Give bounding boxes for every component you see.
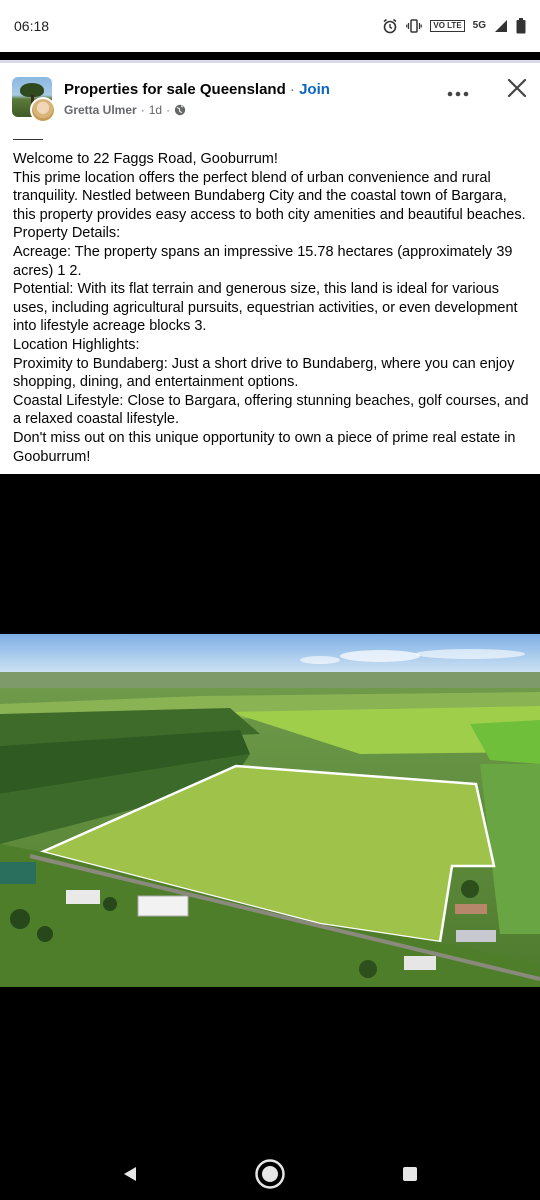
group-name-link[interactable]: Properties for sale Queensland xyxy=(64,81,286,98)
group-title: Properties for sale Queensland · Join xyxy=(64,81,330,98)
post-card: Properties for sale Queensland · Join Gr… xyxy=(0,63,540,474)
post-header: Properties for sale Queensland · Join Gr… xyxy=(12,77,528,127)
post-body: Welcome to 22 Faggs Road, Gooburrum! Thi… xyxy=(13,150,533,466)
close-icon[interactable] xyxy=(506,77,528,99)
post-paragraph: Acreage: The property spans an impressiv… xyxy=(13,243,513,279)
battery-icon xyxy=(516,18,526,34)
back-icon[interactable] xyxy=(110,1154,150,1194)
status-bar: 06:18 VO LTE 5G xyxy=(0,0,540,52)
text-divider xyxy=(13,139,43,140)
status-icons: VO LTE 5G xyxy=(382,18,526,34)
post-paragraph: This prime location offers the perfect b… xyxy=(13,169,526,223)
meta-separator: · xyxy=(166,103,171,117)
post-paragraph: Welcome to 22 Faggs Road, Gooburrum! xyxy=(13,151,278,167)
post-paragraph: Proximity to Bundaberg: Just a short dri… xyxy=(13,355,515,391)
property-aerial-photo[interactable] xyxy=(0,634,540,987)
globe-icon xyxy=(174,104,186,116)
home-icon[interactable] xyxy=(250,1154,290,1194)
more-options-icon[interactable] xyxy=(446,87,470,99)
volte-icon: VO LTE xyxy=(430,20,465,32)
system-nav-bar xyxy=(0,1148,540,1200)
post-paragraph: Location Highlights: xyxy=(13,336,140,353)
author-avatar[interactable] xyxy=(30,97,56,123)
title-separator: · xyxy=(285,81,300,98)
join-button[interactable]: Join xyxy=(299,81,330,98)
post-paragraph: Potential: With its flat terrain and gen… xyxy=(13,281,518,335)
author-name[interactable]: Gretta Ulmer xyxy=(64,103,137,117)
status-time: 06:18 xyxy=(14,18,50,34)
alarm-icon xyxy=(382,18,398,34)
vibrate-icon xyxy=(406,18,423,34)
post-media[interactable] xyxy=(0,474,540,1148)
group-avatar[interactable] xyxy=(12,77,56,123)
signal-icon xyxy=(494,19,508,33)
post-paragraph: Don't miss out on this unique opportunit… xyxy=(13,429,516,465)
meta-separator: · xyxy=(140,103,145,117)
recents-icon[interactable] xyxy=(390,1154,430,1194)
post-meta: Gretta Ulmer · 1d · xyxy=(64,103,186,117)
5g-icon: 5G xyxy=(472,20,486,31)
post-paragraph: Coastal Lifestyle: Close to Bargara, off… xyxy=(13,392,529,428)
post-paragraph: Property Details: xyxy=(13,225,121,242)
post-time[interactable]: 1d xyxy=(149,103,162,117)
